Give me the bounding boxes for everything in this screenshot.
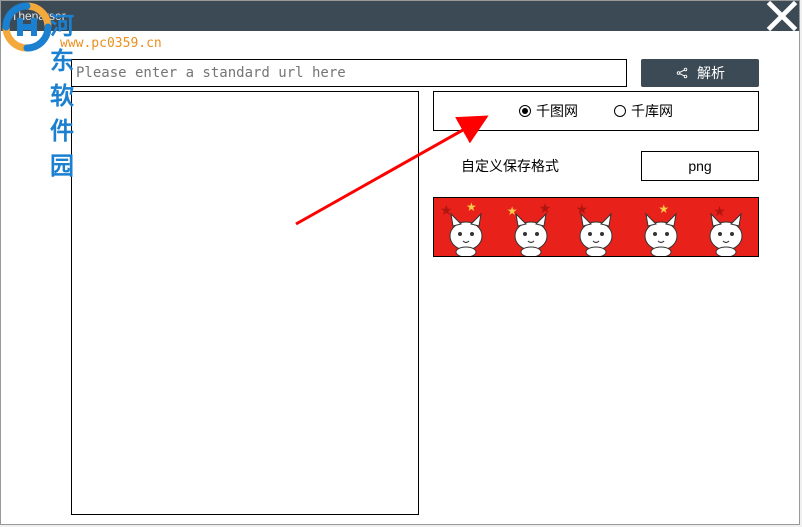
banner-cat-icon: ★ — [693, 198, 758, 256]
app-window: Theparser 解析 — [0, 0, 800, 525]
format-label: 自定义保存格式 — [461, 156, 559, 176]
radio-icon — [614, 105, 626, 117]
close-button[interactable] — [765, 1, 799, 31]
close-icon — [765, 0, 799, 33]
url-row: 解析 — [71, 59, 759, 87]
radio-label: 千图网 — [536, 101, 578, 121]
share-icon — [675, 66, 689, 80]
content-area: 解析 千图网 千库网 自定义保存格式 png — [1, 31, 799, 524]
radio-qianku[interactable]: 千库网 — [614, 101, 673, 121]
banner-cat-icon: ★ ★ — [499, 198, 564, 256]
url-input[interactable] — [71, 59, 627, 87]
banner-cat-icon: ★ — [628, 198, 693, 256]
radio-qiantu[interactable]: 千图网 — [519, 101, 578, 121]
parse-button[interactable]: 解析 — [641, 59, 759, 87]
source-radio-group: 千图网 千库网 — [433, 91, 759, 131]
parse-button-label: 解析 — [697, 63, 725, 83]
preview-box — [71, 91, 419, 515]
format-value: png — [688, 158, 711, 174]
banner-cat-icon: ★ — [564, 198, 629, 256]
banner-cat-icon: ★ ★ — [434, 198, 499, 256]
titlebar: Theparser — [1, 1, 799, 31]
format-row: 自定义保存格式 png — [433, 149, 759, 183]
format-input[interactable]: png — [641, 151, 759, 181]
radio-label: 千库网 — [631, 101, 673, 121]
window-title: Theparser — [11, 9, 66, 23]
right-panel: 千图网 千库网 自定义保存格式 png ★ ★ — [433, 91, 759, 257]
radio-icon — [519, 105, 531, 117]
banner-image: ★ ★ ★ ★ ★ ★ ★ — [433, 197, 759, 257]
